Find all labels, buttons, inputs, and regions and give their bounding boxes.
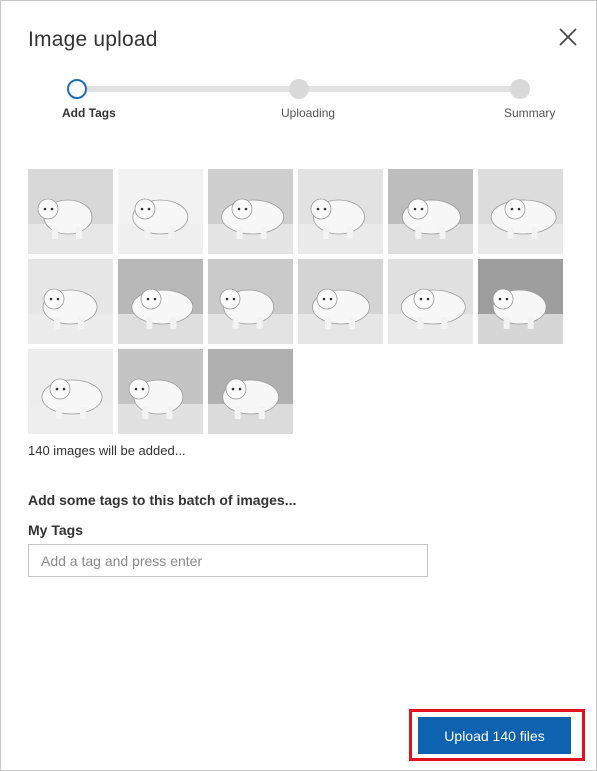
image-thumbnail (28, 259, 113, 344)
image-thumbnail (118, 259, 203, 344)
image-thumbnail (298, 169, 383, 254)
upload-files-button[interactable]: Upload 140 files (418, 717, 571, 754)
step-dot-uploading (289, 79, 309, 99)
image-thumbnail (478, 259, 563, 344)
tags-heading: Add some tags to this batch of images... (28, 492, 297, 508)
image-count-text: 140 images will be added... (28, 443, 186, 458)
step-dot-summary (510, 79, 530, 99)
tag-input[interactable] (28, 544, 428, 577)
image-thumbnail (298, 259, 383, 344)
step-dot-add-tags (67, 79, 87, 99)
dialog-title: Image upload (28, 28, 158, 51)
step-label-add-tags: Add Tags (62, 106, 116, 120)
image-thumbnail (208, 259, 293, 344)
step-label-uploading: Uploading (281, 106, 336, 120)
step-label-summary: Summary (504, 106, 556, 120)
close-icon[interactable] (557, 26, 579, 48)
image-thumbnail (28, 349, 113, 434)
image-thumbnail (478, 169, 563, 254)
my-tags-label: My Tags (28, 522, 83, 538)
image-thumbnail (28, 169, 113, 254)
image-thumbnail (208, 349, 293, 434)
image-upload-dialog: Image upload Add Tags Uploading Summary … (0, 0, 597, 771)
image-thumbnail (388, 169, 473, 254)
image-thumbnail (208, 169, 293, 254)
image-thumbnail (118, 349, 203, 434)
image-thumbnail (118, 169, 203, 254)
image-thumbnail (388, 259, 473, 344)
